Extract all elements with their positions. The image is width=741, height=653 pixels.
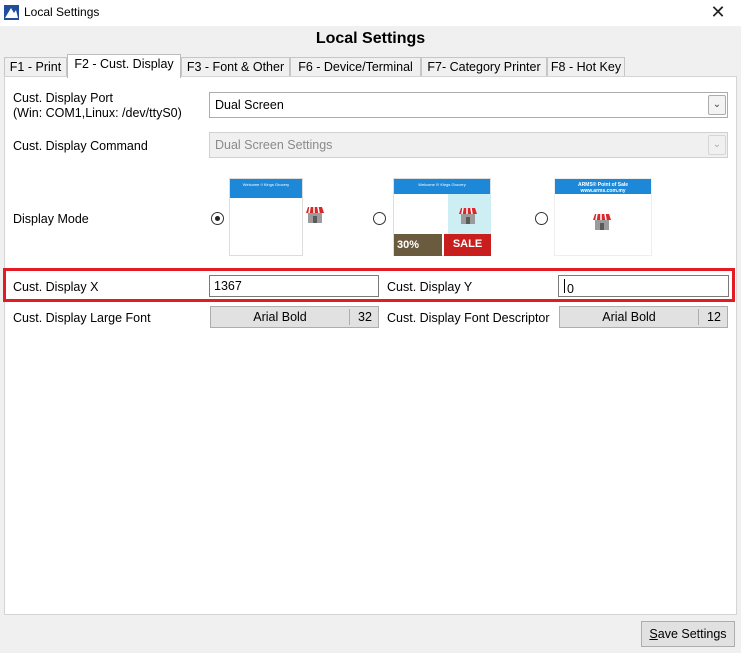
large-font-label: Cust. Display Large Font (13, 311, 151, 325)
store-icon (593, 213, 611, 230)
large-font-size: 32 (358, 310, 372, 324)
chevron-down-icon: ⌄ (708, 135, 726, 155)
large-font-button[interactable]: Arial Bold 32 (210, 306, 379, 328)
display-mode-radio-1[interactable] (211, 212, 224, 225)
display-command-select: Dual Screen Settings ⌄ (209, 132, 728, 158)
store-icon (306, 206, 324, 223)
display-mode-label: Display Mode (13, 212, 89, 226)
promo-banner: 30% (394, 234, 442, 256)
display-command-label: Cust. Display Command (13, 139, 148, 153)
display-mode-preview-2: Welcome !!! Kings Grocery 30% SALE (393, 178, 493, 258)
font-descriptor-label: Cust. Display Font Descriptor (387, 311, 550, 325)
font-descriptor-name: Arial Bold (602, 310, 656, 324)
tab-font-other[interactable]: F3 - Font & Other (181, 57, 290, 77)
tab-print[interactable]: F1 - Print (4, 57, 67, 77)
tab-hot-key[interactable]: F8 - Hot Key (547, 57, 625, 77)
display-command-value: Dual Screen Settings (215, 138, 333, 152)
close-icon[interactable]: ✕ (695, 0, 741, 26)
display-mode-radio-2[interactable] (373, 212, 386, 225)
font-descriptor-button[interactable]: Arial Bold 12 (559, 306, 728, 328)
page-title: Local Settings (315, 30, 426, 47)
window-title: Local Settings (24, 5, 100, 19)
large-font-name: Arial Bold (253, 310, 307, 324)
font-descriptor-size: 12 (707, 310, 721, 324)
display-mode-preview-1: Welcome !! Kings Grocery (229, 178, 329, 258)
display-x-label: Cust. Display X (13, 280, 99, 294)
display-mode-preview-3: ARMS® Point of Sale www.arms.com.my (554, 178, 654, 258)
text-caret (564, 279, 565, 293)
tab-category-printer[interactable]: F7- Category Printer (421, 57, 547, 77)
display-port-label: Cust. Display Port (Win: COM1,Linux: /de… (13, 91, 182, 120)
display-port-select[interactable]: Dual Screen ⌄ (209, 92, 728, 118)
display-port-value: Dual Screen (215, 98, 284, 112)
tab-cust-display[interactable]: F2 - Cust. Display (67, 54, 181, 78)
display-y-input[interactable]: 0 (558, 275, 729, 297)
sale-banner: SALE (444, 234, 491, 256)
display-mode-radio-3[interactable] (535, 212, 548, 225)
store-icon (459, 207, 477, 224)
display-y-label: Cust. Display Y (387, 280, 473, 294)
local-settings-window: Local Settings ✕ Local Settings F1 - Pri… (0, 0, 741, 653)
display-x-input[interactable]: 1367 (209, 275, 379, 297)
save-settings-button[interactable]: Save Settings (641, 621, 735, 647)
tab-device-terminal[interactable]: F6 - Device/Terminal (290, 57, 421, 77)
app-logo-icon (4, 5, 19, 20)
chevron-down-icon[interactable]: ⌄ (708, 95, 726, 115)
title-bar: Local Settings ✕ (0, 0, 741, 26)
